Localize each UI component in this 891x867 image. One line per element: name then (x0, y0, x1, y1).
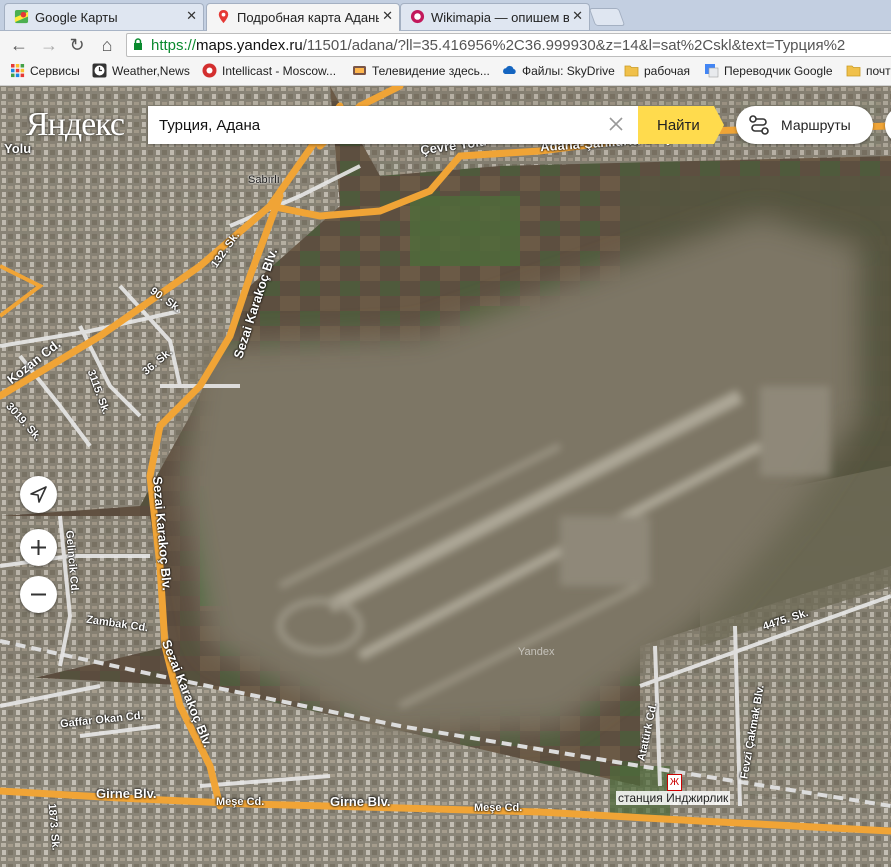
zoom-in-button[interactable] (20, 529, 57, 566)
close-icon[interactable]: ✕ (382, 8, 393, 24)
tab-strip: Google Карты ✕ Подробная карта Аданы ✕ W… (0, 0, 891, 31)
url-text: https://maps.yandex.ru/11501/adana/?ll=3… (151, 37, 845, 54)
bookmark-label: Файлы: SkyDrive (522, 63, 615, 78)
bookmark-intellicast[interactable]: Intellicast - Moscow... (202, 63, 336, 78)
bookmark-translate[interactable]: Переводчик Google (704, 63, 833, 78)
bookmark-label: Intellicast - Moscow... (222, 63, 337, 78)
clear-icon[interactable] (607, 115, 625, 133)
browser-toolbar: ← → ↻ ⌂ https://maps.yandex.ru/11501/ada… (0, 31, 891, 59)
tab-wikimapia[interactable]: Wikimapia — опишем вес ✕ (400, 3, 590, 30)
wikimapia-icon (410, 9, 425, 24)
plus-icon (31, 540, 46, 555)
yandex-maps-pin-icon (218, 9, 229, 24)
routes-label: Маршруты (781, 117, 851, 133)
satellite-map[interactable]: Yolu Çevre Yolu Adana-Şanlıurfa Otoyolu … (0, 86, 891, 867)
folder-icon (624, 65, 639, 77)
translate-icon (705, 64, 719, 78)
routes-button[interactable]: Маршруты (736, 106, 873, 144)
road-label: Meşe Cd. (216, 796, 265, 808)
find-button-label: Найти (657, 117, 700, 134)
road-label: Girne Blv. (330, 794, 391, 809)
google-maps-icon (14, 9, 29, 24)
yandex-logo[interactable]: Яндекс (26, 106, 125, 144)
road-label: Girne Blv. (96, 786, 157, 801)
apps-grid-icon (11, 64, 25, 78)
bookmark-services[interactable]: Сервисы (10, 63, 80, 78)
map-watermark: Yandex (518, 646, 555, 658)
bookmark-weather[interactable]: Weather,News (92, 63, 190, 78)
address-bar[interactable]: https://maps.yandex.ru/11501/adana/?ll=3… (126, 33, 891, 57)
bookmark-label: Weather,News (112, 63, 190, 78)
cloud-icon (503, 65, 516, 74)
lock-icon (134, 38, 142, 50)
url-host: maps.yandex.ru (196, 37, 303, 54)
clock-icon (92, 63, 107, 78)
back-arrow-icon[interactable]: ← (8, 34, 30, 56)
intellicast-icon (202, 63, 217, 78)
satellite-imagery (0, 86, 891, 867)
tab-google-maps[interactable]: Google Карты ✕ (4, 3, 204, 30)
geolocation-button[interactable] (20, 476, 57, 513)
home-icon[interactable]: ⌂ (96, 34, 118, 56)
minus-icon (31, 593, 46, 596)
reload-icon[interactable]: ↻ (66, 34, 88, 56)
close-icon[interactable]: ✕ (186, 8, 197, 24)
folder-icon (846, 65, 861, 77)
bookmark-skydrive[interactable]: Файлы: SkyDrive (502, 63, 615, 78)
bookmark-tv[interactable]: Телевидение здесь... (352, 63, 490, 78)
bookmark-label: Телевидение здесь... (372, 63, 490, 78)
tab-title: Подробная карта Аданы (237, 10, 379, 25)
railway-station-icon[interactable]: Ж (667, 774, 682, 791)
forward-arrow-icon[interactable]: → (38, 34, 60, 56)
bookmark-mail-folder[interactable]: почт (846, 63, 891, 78)
tab-title: Google Карты (35, 10, 118, 25)
place-label: Sabırlı (248, 174, 280, 186)
url-path: /11501/adana/?ll=35.416956%2C36.999930&z… (302, 37, 846, 54)
station-label[interactable]: станция Инджирлик (616, 791, 731, 805)
tv-icon (353, 66, 366, 75)
close-icon[interactable]: ✕ (572, 8, 583, 24)
find-button[interactable]: Найти (638, 106, 724, 144)
bookmark-work-folder[interactable]: рабочая (624, 63, 690, 78)
tab-yandex-maps[interactable]: Подробная карта Аданы ✕ (206, 3, 400, 31)
new-tab-button[interactable] (588, 8, 626, 26)
tab-title: Wikimapia — опишем вес (431, 10, 569, 25)
navigation-arrow-icon (30, 486, 47, 503)
road-label: Meşe Cd. (474, 802, 523, 814)
routes-icon (749, 115, 769, 135)
search-box[interactable]: Турция, Адана (148, 106, 638, 144)
zoom-out-button[interactable] (20, 576, 57, 613)
bookmark-label: Сервисы (30, 63, 80, 78)
bookmarks-bar: Сервисы Weather,News Intellicast - Mosco… (0, 59, 891, 86)
bookmark-label: почт (866, 63, 891, 78)
url-protocol: https:// (151, 37, 197, 54)
bookmark-label: рабочая (644, 63, 691, 78)
search-input[interactable]: Турция, Адана (159, 117, 260, 134)
bookmark-label: Переводчик Google (724, 63, 833, 78)
